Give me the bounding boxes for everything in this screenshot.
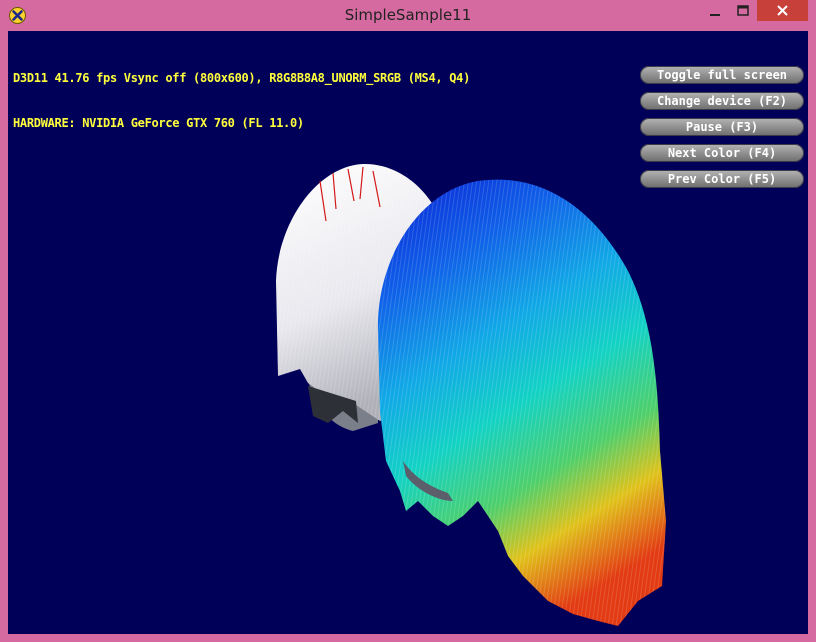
close-icon	[777, 5, 788, 16]
colored-hair-head	[377, 179, 666, 626]
next-color-button[interactable]: Next Color (F4)	[640, 144, 804, 162]
change-device-button[interactable]: Change device (F2)	[640, 92, 804, 110]
maximize-icon	[737, 5, 749, 16]
prev-color-button[interactable]: Prev Color (F5)	[640, 170, 804, 188]
close-button[interactable]	[757, 0, 808, 21]
window-title: SimpleSample11	[344, 6, 472, 24]
stats-line-hardware: HARDWARE: NVIDIA GeForce GTX 760 (FL 11.…	[13, 116, 304, 130]
pause-button[interactable]: Pause (F3)	[640, 118, 804, 136]
maximize-button[interactable]	[729, 0, 756, 21]
render-viewport[interactable]: D3D11 41.76 fps Vsync off (800x600), R8G…	[8, 31, 808, 634]
stats-line-fps: D3D11 41.76 fps Vsync off (800x600), R8G…	[13, 71, 471, 85]
stats-overlay: D3D11 41.76 fps Vsync off (800x600), R8G…	[13, 41, 470, 161]
app-window: SimpleSample11 D3D11 41.76 fps Vsync off…	[0, 0, 816, 642]
minimize-icon	[710, 14, 720, 16]
minimize-button[interactable]	[702, 0, 728, 21]
toggle-fullscreen-button[interactable]: Toggle full screen	[640, 66, 804, 84]
title-bar[interactable]: SimpleSample11	[0, 0, 816, 31]
